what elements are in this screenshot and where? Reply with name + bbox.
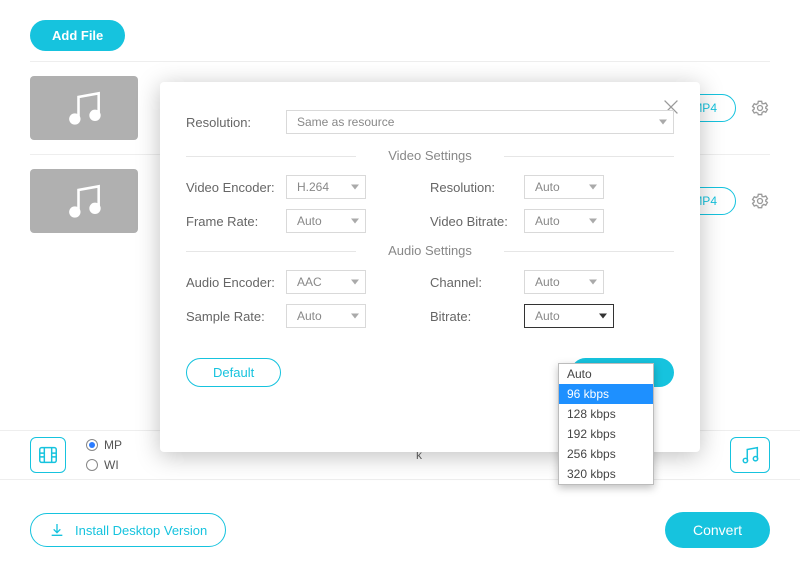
- sample-rate-select[interactable]: Auto: [286, 304, 366, 328]
- sample-rate-label: Sample Rate:: [186, 309, 286, 324]
- select-value: H.264: [297, 180, 329, 194]
- frame-rate-select[interactable]: Auto: [286, 209, 366, 233]
- video-bitrate-label: Video Bitrate:: [430, 214, 524, 229]
- audio-settings-heading: Audio Settings: [186, 243, 674, 258]
- bitrate-dropdown: Auto 96 kbps 128 kbps 192 kbps 256 kbps …: [558, 363, 654, 485]
- resolution-select[interactable]: Same as resource: [286, 110, 674, 134]
- select-value: Same as resource: [297, 115, 394, 129]
- file-thumbnail: [30, 76, 138, 140]
- select-value: Auto: [535, 180, 560, 194]
- audio-encoder-label: Audio Encoder:: [186, 275, 286, 290]
- dropdown-option-128[interactable]: 128 kbps: [559, 404, 653, 424]
- select-value: Auto: [535, 309, 560, 323]
- output-radio-group: MP WI: [86, 438, 122, 472]
- radio-wi[interactable]: WI: [86, 458, 122, 472]
- radio-label: MP: [104, 438, 122, 452]
- chevron-down-icon: [351, 219, 359, 224]
- install-desktop-label: Install Desktop Version: [75, 523, 207, 538]
- dropdown-option-320[interactable]: 320 kbps: [559, 464, 653, 484]
- video-bitrate-select[interactable]: Auto: [524, 209, 604, 233]
- footer-row: Install Desktop Version Convert: [0, 500, 800, 560]
- install-desktop-button[interactable]: Install Desktop Version: [30, 513, 226, 547]
- select-value: Auto: [297, 309, 322, 323]
- frame-rate-label: Frame Rate:: [186, 214, 286, 229]
- video-resolution-select[interactable]: Auto: [524, 175, 604, 199]
- dropdown-option-256[interactable]: 256 kbps: [559, 444, 653, 464]
- chevron-down-icon: [351, 314, 359, 319]
- chevron-down-icon: [589, 185, 597, 190]
- channel-select[interactable]: Auto: [524, 270, 604, 294]
- film-icon: [37, 444, 59, 466]
- select-value: Auto: [535, 214, 560, 228]
- channel-label: Channel:: [430, 275, 524, 290]
- video-encoder-label: Video Encoder:: [186, 180, 286, 195]
- gear-icon[interactable]: [750, 191, 770, 211]
- video-format-button[interactable]: [30, 437, 66, 473]
- audio-format-button[interactable]: [730, 437, 770, 473]
- add-file-button[interactable]: Add File: [30, 20, 125, 51]
- select-value: Auto: [535, 275, 560, 289]
- audio-encoder-select[interactable]: AAC: [286, 270, 366, 294]
- radio-indicator-icon: [86, 439, 98, 451]
- resolution2-label: Resolution:: [430, 180, 524, 195]
- default-button[interactable]: Default: [186, 358, 281, 387]
- music-note-icon: [62, 86, 106, 130]
- convert-button[interactable]: Convert: [665, 512, 770, 548]
- radio-mp[interactable]: MP: [86, 438, 122, 452]
- bitrate-label: Bitrate:: [430, 309, 524, 324]
- audio-bitrate-select[interactable]: Auto: [524, 304, 614, 328]
- video-settings-heading: Video Settings: [186, 148, 674, 163]
- chevron-down-icon: [589, 219, 597, 224]
- gear-icon[interactable]: [750, 98, 770, 118]
- dropdown-option-96[interactable]: 96 kbps: [559, 384, 653, 404]
- select-value: AAC: [297, 275, 322, 289]
- select-value: Auto: [297, 214, 322, 228]
- download-icon: [49, 522, 65, 538]
- music-icon: [739, 444, 761, 466]
- dropdown-option-auto[interactable]: Auto: [559, 364, 653, 384]
- video-encoder-select[interactable]: H.264: [286, 175, 366, 199]
- chevron-down-icon: [659, 120, 667, 125]
- file-thumbnail: [30, 169, 138, 233]
- chevron-down-icon: [351, 185, 359, 190]
- radio-label: WI: [104, 458, 119, 472]
- dropdown-option-192[interactable]: 192 kbps: [559, 424, 653, 444]
- resolution-label: Resolution:: [186, 115, 286, 130]
- chevron-down-icon: [351, 280, 359, 285]
- music-note-icon: [62, 179, 106, 223]
- chevron-down-icon: [599, 314, 607, 319]
- chevron-down-icon: [589, 280, 597, 285]
- radio-indicator-icon: [86, 459, 98, 471]
